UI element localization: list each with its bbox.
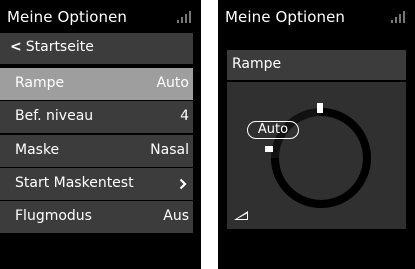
- menu-screen: Meine Optionen < Startseite Rampe Auto Be…: [0, 0, 201, 269]
- signal-bars-icon: [391, 11, 405, 23]
- signal-bars-icon: [177, 11, 191, 23]
- back-label: Startseite: [25, 39, 94, 55]
- ramp-value-badge: Auto: [247, 121, 299, 139]
- status-bar: Meine Optionen: [218, 0, 415, 36]
- menu-item-label: Flugmodus: [15, 208, 92, 224]
- menu-item-flight-mode[interactable]: Flugmodus Aus: [0, 201, 193, 233]
- menu-item-comfort-level[interactable]: Bef. niveau 4: [0, 101, 193, 133]
- menu-item-start-mask-test[interactable]: Start Maskentest: [0, 168, 193, 200]
- menu-item-mask[interactable]: Maske Nasal: [0, 135, 193, 167]
- menu-item-value: Nasal: [150, 142, 189, 158]
- chevron-left-icon: <: [10, 39, 22, 55]
- menu-item-value: Aus: [163, 208, 189, 224]
- panel-title: Rampe: [232, 56, 282, 72]
- menu-item-value: Auto: [156, 75, 189, 91]
- dial-start-marker: [317, 103, 323, 113]
- menu-item-label: Maske: [15, 142, 60, 158]
- screen-title: Meine Optionen: [7, 8, 128, 26]
- ramp-setting-screen: Meine Optionen Rampe Auto: [218, 0, 415, 269]
- status-bar: Meine Optionen: [0, 0, 201, 36]
- ramp-icon: [234, 211, 248, 220]
- menu-item-label: Bef. niveau: [15, 108, 94, 124]
- ramp-dial-panel: Auto: [227, 82, 406, 229]
- menu-item-label: Rampe: [15, 75, 65, 91]
- menu-item-value: 4: [180, 108, 189, 124]
- panel-header: Rampe: [227, 50, 406, 80]
- dial-position-marker: [265, 146, 273, 152]
- screen-title: Meine Optionen: [225, 8, 346, 26]
- chevron-right-icon: [179, 178, 187, 190]
- ramp-dial[interactable]: [227, 82, 406, 229]
- menu-item-label: Start Maskentest: [15, 175, 134, 191]
- back-button[interactable]: < Startseite: [0, 33, 193, 64]
- menu-item-rampe[interactable]: Rampe Auto: [0, 68, 193, 100]
